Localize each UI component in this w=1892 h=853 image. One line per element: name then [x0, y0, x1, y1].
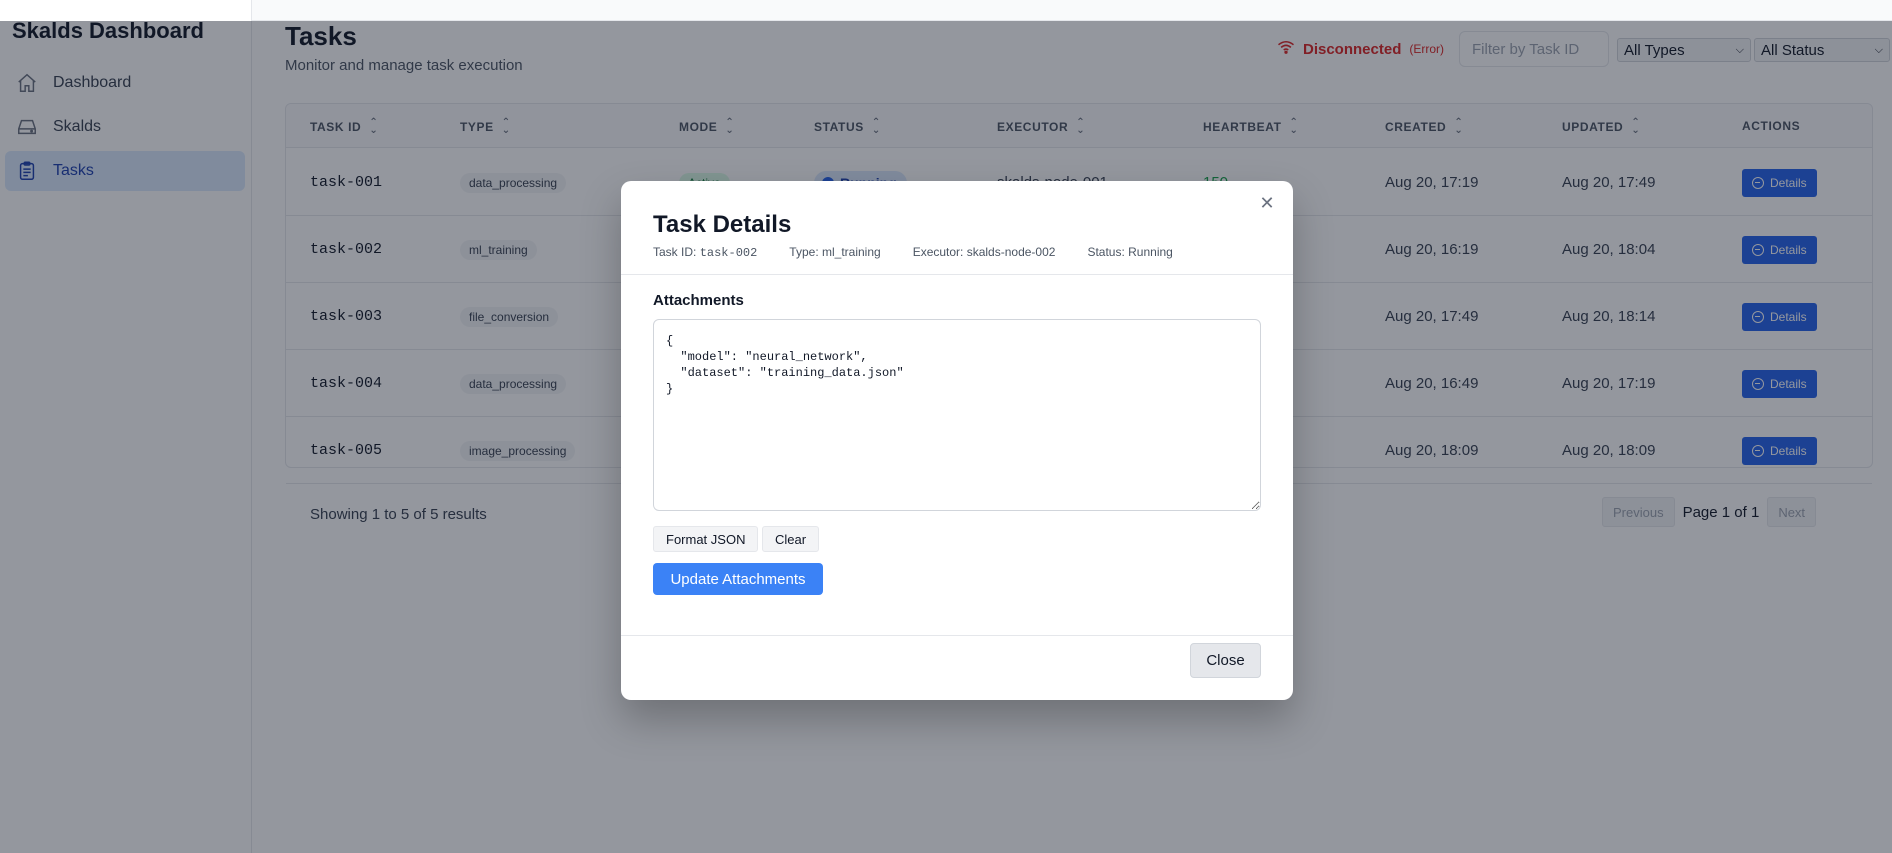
meta-task-id: Task ID: task-002: [653, 245, 758, 260]
task-details-modal: ✕ Task Details Task ID: task-002 Type: m…: [621, 181, 1293, 700]
meta-executor: Executor: skalds-node-002: [912, 245, 1056, 259]
divider: [621, 274, 1293, 275]
clear-button[interactable]: Clear: [762, 526, 820, 552]
meta-type: Type: ml_training: [789, 245, 881, 259]
close-icon[interactable]: ✕: [1259, 194, 1275, 212]
attachments-textarea[interactable]: { "model": "neural_network", "dataset": …: [653, 319, 1261, 511]
attachments-label: Attachments: [653, 292, 744, 309]
task-meta: Task ID: task-002 Type: ml_training Exec…: [653, 245, 1205, 260]
close-button[interactable]: Close: [1190, 643, 1261, 678]
meta-status: Status: Running: [1087, 245, 1173, 259]
divider: [621, 635, 1293, 636]
top-strip: [0, 0, 1892, 21]
modal-title: Task Details: [653, 211, 792, 238]
update-attachments-button[interactable]: Update Attachments: [653, 563, 823, 595]
format-json-button[interactable]: Format JSON: [653, 526, 759, 552]
